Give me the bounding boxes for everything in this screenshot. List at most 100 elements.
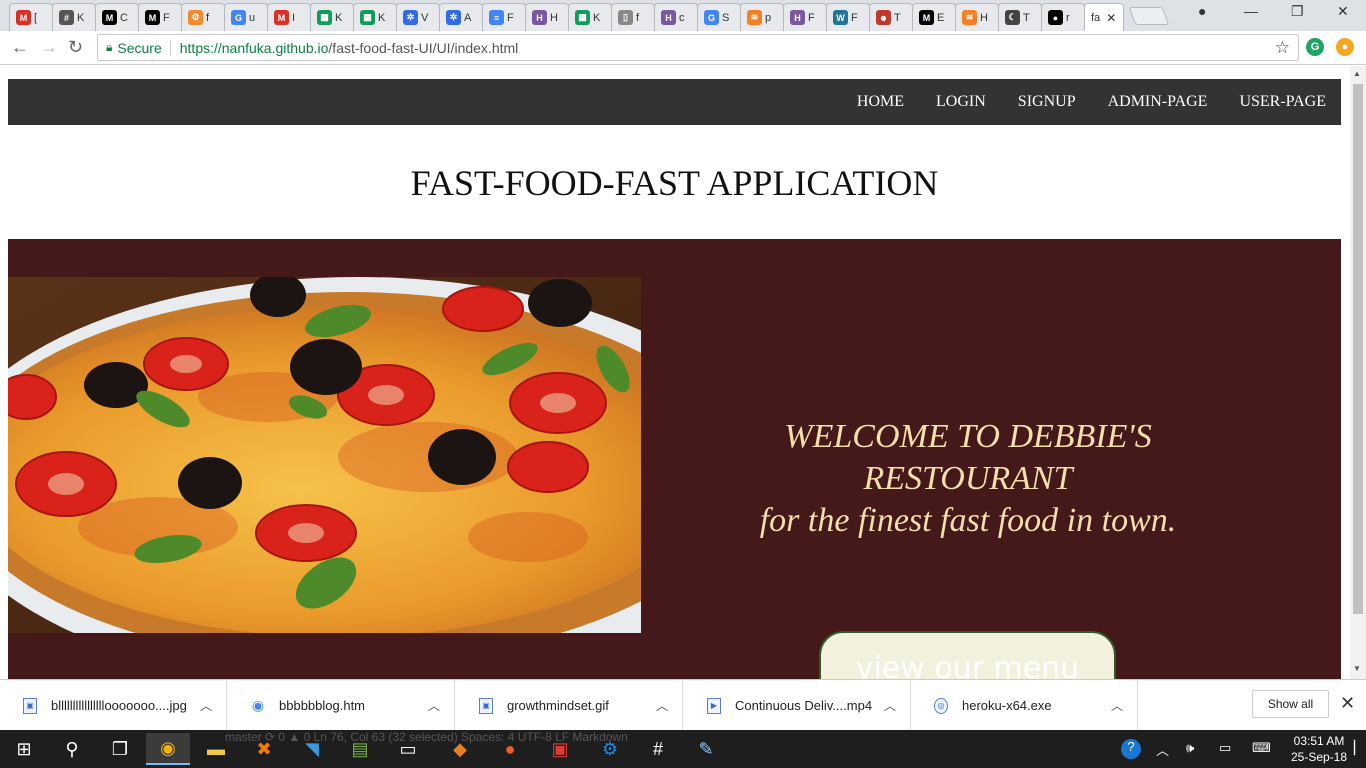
kubernetes-icon: ✲: [403, 10, 418, 25]
paint-icon[interactable]: ✎: [684, 733, 728, 765]
grammarly-extension-icon[interactable]: G: [1306, 38, 1324, 56]
chevron-up-icon[interactable]: ︿: [884, 697, 896, 714]
tab-title: K: [77, 11, 85, 24]
download-item[interactable]: ▶ Continuous Deliv....mp4 ︿: [684, 680, 911, 731]
show-hidden-icons-icon[interactable]: ︿: [1156, 740, 1169, 759]
browser-tab[interactable]: ▦ K: [310, 3, 354, 31]
address-bar[interactable]: 🔒︎ Secure https://nanfuka.github.io /fas…: [97, 34, 1299, 61]
nav-user-page-link[interactable]: USER-PAGE: [1239, 93, 1326, 111]
google-icon: G: [231, 10, 246, 25]
browser-tab[interactable]: WF: [826, 3, 870, 31]
sheets-icon: ▦: [360, 10, 375, 25]
download-filename: Continuous Deliv....mp4: [735, 698, 873, 713]
nav-home-link[interactable]: HOME: [857, 93, 904, 111]
docs-icon: ≡: [489, 10, 504, 25]
system-clock[interactable]: 03:51 AM 25-Sep-18: [1286, 733, 1352, 765]
view-menu-button[interactable]: view our menu: [819, 631, 1116, 679]
welcome-message: WELCOME TO DEBBIE'S RESTOURANT for the f…: [698, 416, 1238, 542]
editor-status-bar: master ⟳ 0 ▲ 0 Ln 76, Col 63 (32 selecte…: [225, 730, 628, 744]
browser-tab[interactable]: ● r: [1041, 3, 1085, 31]
browser-tab[interactable]: ▯ f: [611, 3, 655, 31]
chevron-up-icon[interactable]: ︿: [428, 697, 440, 714]
reload-icon[interactable]: ↻: [68, 37, 83, 58]
tab-title: [: [34, 11, 38, 24]
slack-icon[interactable]: #: [636, 733, 680, 765]
scroll-thumb[interactable]: [1353, 84, 1363, 614]
chevron-up-icon[interactable]: ︿: [656, 697, 668, 714]
action-center-icon[interactable]: ▭: [1219, 740, 1231, 756]
chevron-up-icon[interactable]: ︿: [200, 697, 212, 714]
browser-tab[interactable]: HH: [525, 3, 569, 31]
browser-tab[interactable]: ✲ V: [396, 3, 440, 31]
browser-tab[interactable]: Gu: [224, 3, 268, 31]
bookmark-star-icon[interactable]: ☆: [1275, 38, 1290, 58]
chevron-up-icon[interactable]: ︿: [1111, 697, 1123, 714]
maximize-button[interactable]: ❐: [1291, 3, 1304, 20]
browser-tab[interactable]: ≋ H: [955, 3, 999, 31]
browser-tab[interactable]: MI: [267, 3, 311, 31]
browser-tab[interactable]: Hc: [654, 3, 698, 31]
welcome-tagline: for the finest fast food in town.: [759, 502, 1177, 539]
moon-icon: ☾: [1005, 10, 1020, 25]
browser-tab[interactable]: ≡ F: [482, 3, 526, 31]
tab-title: E: [937, 11, 945, 24]
keyboard-icon[interactable]: ⌨: [1252, 740, 1271, 756]
browser-tab[interactable]: ME: [912, 3, 956, 31]
scroll-up-icon[interactable]: ▲: [1353, 69, 1361, 78]
nav-admin-page-link[interactable]: ADMIN-PAGE: [1108, 93, 1208, 111]
browser-tab[interactable]: HF: [783, 3, 827, 31]
new-tab-button[interactable]: [1128, 7, 1170, 25]
browser-tab[interactable]: ⚙ f: [181, 3, 225, 31]
browser-tab[interactable]: ▦ K: [568, 3, 612, 31]
show-all-downloads-button[interactable]: Show all: [1252, 690, 1329, 718]
top-navbar: HOME LOGIN SIGNUP ADMIN-PAGE USER-PAGE: [8, 79, 1341, 125]
scroll-down-icon[interactable]: ▼: [1353, 664, 1361, 673]
browser-tab[interactable]: ☾ T: [998, 3, 1042, 31]
download-item[interactable]: ▣ growthmindset.gif ︿: [456, 680, 683, 731]
browser-tab[interactable]: GS: [697, 3, 741, 31]
minimize-button[interactable]: —: [1244, 3, 1258, 19]
download-item[interactable]: ▣ bllllllllllllllllooooooo....jpg ︿: [0, 680, 227, 731]
nav-signup-link[interactable]: SIGNUP: [1018, 93, 1076, 111]
nav-login-link[interactable]: LOGIN: [936, 93, 986, 111]
download-item[interactable]: ◉ bbbbbblog.htm ︿: [228, 680, 455, 731]
search-icon[interactable]: ⚲: [50, 733, 94, 765]
hash-icon: #: [59, 10, 74, 25]
download-filename: growthmindset.gif: [507, 698, 609, 713]
extension-icon[interactable]: ●: [1336, 38, 1354, 56]
browser-tab[interactable]: M[: [9, 3, 53, 31]
profile-icon[interactable]: ●: [1198, 3, 1206, 19]
download-item[interactable]: ◎ heroku-x64.exe ︿: [911, 680, 1138, 731]
sheets-icon: ▦: [575, 10, 590, 25]
browser-tab[interactable]: # K: [52, 3, 96, 31]
windows-start-icon[interactable]: ⊞: [2, 733, 46, 765]
close-shelf-icon[interactable]: ✕: [1340, 693, 1355, 714]
browser-tab[interactable]: ✲ A: [439, 3, 483, 31]
browser-tab[interactable]: ▦ K: [353, 3, 397, 31]
page-viewport: HOME LOGIN SIGNUP ADMIN-PAGE USER-PAGE F…: [0, 66, 1350, 679]
close-tab-icon[interactable]: ✕: [1106, 11, 1116, 25]
url-origin: https://nanfuka.github.io: [179, 39, 329, 56]
medium-icon: M: [145, 10, 160, 25]
download-shelf: ▣ bllllllllllllllllooooooo....jpg ︿ ◉ bb…: [0, 679, 1366, 731]
forward-icon[interactable]: →: [40, 37, 58, 58]
browser-tab[interactable]: MC: [95, 3, 139, 31]
browser-tab[interactable]: MF: [138, 3, 182, 31]
browser-tab[interactable]: ☻ T: [869, 3, 913, 31]
page-scrollbar[interactable]: ▲ ▼: [1350, 66, 1366, 679]
tab-title: f: [206, 11, 210, 24]
gmail-icon: M: [274, 10, 289, 25]
back-icon[interactable]: ←: [11, 37, 29, 58]
active-browser-tab[interactable]: fa ✕: [1084, 3, 1124, 31]
help-icon[interactable]: ?: [1121, 739, 1141, 759]
volume-icon[interactable]: 🕪︎: [1186, 740, 1194, 756]
close-window-button[interactable]: ✕: [1337, 3, 1349, 20]
browser-tab[interactable]: ≋ p: [740, 3, 784, 31]
chrome-taskbar-icon[interactable]: ◉: [146, 733, 190, 765]
tab-title: K: [593, 11, 601, 24]
tab-title: K: [335, 11, 343, 24]
notification-icon[interactable]: ▏: [1354, 740, 1364, 756]
task-view-icon[interactable]: ❐: [98, 733, 142, 765]
page-icon: ▯: [618, 10, 633, 25]
tab-title: r: [1066, 11, 1070, 24]
